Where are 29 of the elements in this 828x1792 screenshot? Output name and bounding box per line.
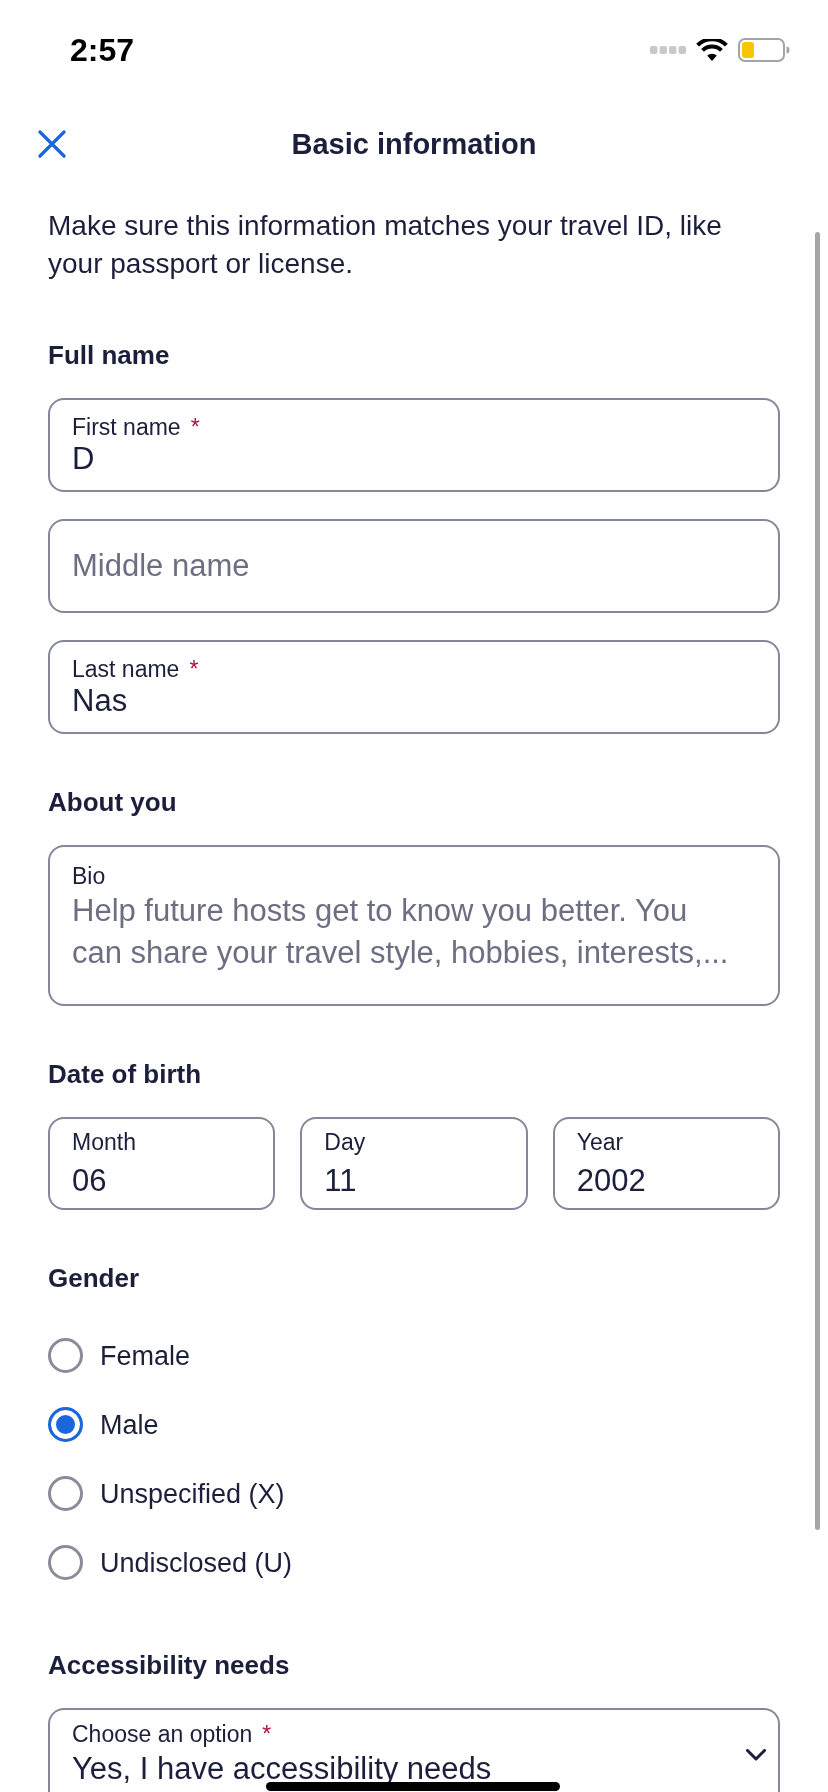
radio-label[interactable]: Male [100,1407,159,1442]
wifi-icon [696,39,728,61]
date-field[interactable]: Month 06 [48,1117,276,1210]
radio-button[interactable] [48,1338,83,1373]
text-field[interactable]: Middle name [48,519,780,613]
chevron-down-icon [746,1749,766,1761]
cellular-signal-icon [650,46,686,54]
radio-label[interactable]: Unspecified (X) [100,1476,285,1511]
section-heading: Accessibility needs [48,1649,291,1682]
battery-icon [738,38,790,62]
radio-label[interactable]: Undisclosed (U) [100,1545,293,1580]
date-field[interactable]: Year 2002 [552,1117,780,1210]
bio-field[interactable]: Bio Help future hosts get to know you better. You can share your travel style, hobbies, interests,... [48,845,780,1006]
date-field[interactable]: Day 11 [300,1117,528,1210]
section-heading: Full name [48,339,171,372]
page-title: Basic information [291,127,537,162]
radio-button[interactable] [48,1545,83,1580]
dropdown-field[interactable]: Choose an option * Yes, I have accessibility needs [48,1708,780,1792]
radio-label[interactable]: Female [100,1338,191,1373]
section-heading: Gender [48,1262,141,1295]
section-heading: About you [48,786,178,819]
text-field[interactable]: Last name * Nas [48,640,780,734]
radio-button[interactable] [48,1407,83,1442]
intro-text: Make sure this information matches your travel ID, like your passport or license. [48,209,723,281]
radio-button[interactable] [48,1476,83,1511]
close-icon[interactable] [38,130,66,158]
section-heading: Date of birth [48,1058,203,1091]
status-time: 2:57 [70,31,135,69]
text-field[interactable]: First name * D [48,398,780,492]
